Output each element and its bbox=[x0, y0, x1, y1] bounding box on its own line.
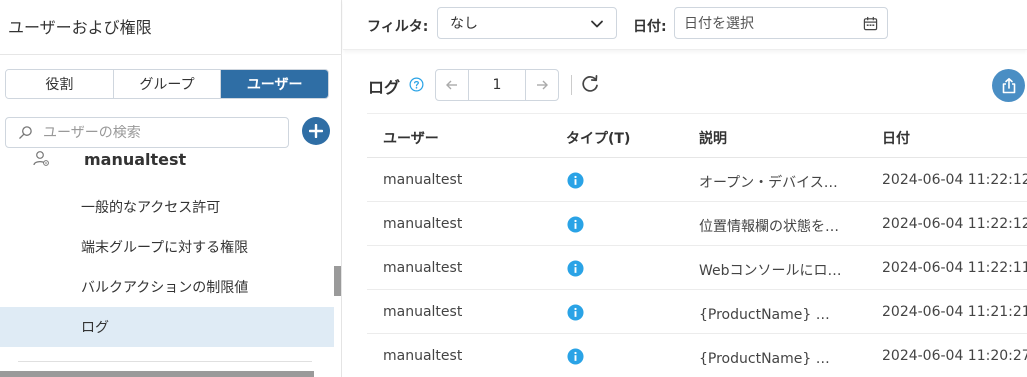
log-title: ログ bbox=[368, 78, 401, 97]
arrow-left-icon bbox=[446, 80, 457, 90]
date-label: 日付: bbox=[633, 19, 667, 35]
divider bbox=[18, 361, 312, 362]
cell-user: manualtest bbox=[383, 172, 463, 188]
cell-description: 位置情報欄の状態を… bbox=[699, 219, 839, 235]
divider bbox=[0, 54, 342, 55]
search-input[interactable] bbox=[43, 124, 273, 141]
calendar-icon bbox=[863, 16, 878, 31]
cell-date: 2024-06-04 11:22:12 bbox=[882, 172, 1027, 188]
menu-item-logs[interactable]: ログ bbox=[0, 307, 334, 347]
user-item[interactable]: manualtest bbox=[0, 148, 334, 174]
info-icon bbox=[567, 172, 584, 189]
cell-user: manualtest bbox=[383, 260, 463, 276]
tab-group: 役割 グループ ユーザー bbox=[5, 69, 329, 99]
user-icon bbox=[33, 151, 49, 166]
cell-date: 2024-06-04 11:21:21 bbox=[882, 304, 1027, 320]
tab-roles[interactable]: 役割 bbox=[6, 70, 114, 98]
menu-item-bulk-action-limits[interactable]: バルクアクションの制限値 bbox=[0, 267, 334, 307]
prev-page-button[interactable] bbox=[436, 70, 468, 100]
search-box bbox=[5, 117, 289, 148]
panel-title: ユーザーおよび権限 bbox=[8, 18, 152, 37]
next-page-button[interactable] bbox=[526, 70, 558, 100]
help-icon[interactable] bbox=[409, 77, 424, 92]
plus-icon bbox=[309, 124, 323, 138]
cell-user: manualtest bbox=[383, 304, 463, 320]
cell-date: 2024-06-04 11:22:11 bbox=[882, 260, 1027, 276]
column-header-type[interactable]: タイプ(T) bbox=[566, 128, 630, 148]
info-icon bbox=[567, 348, 584, 365]
menu-item-general-permissions[interactable]: 一般的なアクセス許可 bbox=[0, 187, 334, 227]
cell-description: Webコンソールにロ… bbox=[699, 263, 842, 279]
table-body: manualtest オープン・デバイス… 2024-06-04 11:22:12 m… bbox=[367, 158, 1027, 377]
refresh-icon[interactable] bbox=[580, 74, 600, 94]
menu-item-device-group-permissions[interactable]: 端末グループに対する権限 bbox=[0, 227, 334, 267]
horizontal-scrollbar[interactable] bbox=[0, 371, 314, 377]
left-panel: ユーザーおよび権限 役割 グループ ユーザー ユーザーの検索 manualtes… bbox=[0, 0, 342, 377]
arrow-right-icon bbox=[537, 80, 548, 90]
cell-user: manualtest bbox=[383, 348, 463, 364]
table-row[interactable]: manualtest 位置情報欄の状態を… 2024-06-04 11:22:12 bbox=[367, 202, 1027, 246]
pagination: 1 bbox=[435, 69, 559, 101]
info-icon bbox=[567, 304, 584, 321]
column-header-user[interactable]: ユーザー bbox=[383, 128, 439, 148]
filter-select[interactable]: なし bbox=[437, 7, 617, 39]
app-window: ユーザーおよび権限 役割 グループ ユーザー ユーザーの検索 manualtes… bbox=[0, 0, 1027, 377]
cell-description: オープン・デバイス… bbox=[699, 175, 838, 191]
cell-description: {ProductName} へ… bbox=[699, 307, 843, 323]
log-table: ユーザー タイプ(T) 説明 日付 manualtest オープン・デバイス… 20… bbox=[367, 113, 1027, 377]
table-row[interactable]: manualtest {ProductName} へ… 2024-06-04 11:… bbox=[367, 290, 1027, 334]
info-icon bbox=[567, 216, 584, 233]
filter-value: なし bbox=[450, 16, 478, 32]
vertical-scrollbar[interactable] bbox=[334, 266, 341, 296]
tab-users[interactable]: ユーザー bbox=[221, 70, 328, 98]
column-header-date[interactable]: 日付 bbox=[882, 128, 910, 148]
page-number[interactable]: 1 bbox=[468, 70, 526, 100]
user-name: manualtest bbox=[84, 150, 187, 169]
chevron-down-icon bbox=[591, 20, 603, 28]
cell-date: 2024-06-04 11:20:27 bbox=[882, 348, 1027, 364]
search-icon bbox=[19, 126, 32, 139]
column-header-description[interactable]: 説明 bbox=[699, 128, 727, 148]
table-header: ユーザー タイプ(T) 説明 日付 bbox=[367, 113, 1027, 158]
date-picker[interactable]: 日付を選択 bbox=[674, 7, 888, 39]
divider bbox=[571, 75, 572, 95]
add-user-button[interactable] bbox=[302, 117, 330, 145]
export-button[interactable] bbox=[992, 69, 1025, 102]
table-row[interactable]: manualtest オープン・デバイス… 2024-06-04 11:22:12 bbox=[367, 158, 1027, 202]
table-row[interactable]: manualtest {ProductName} へ… 2024-06-04 11:… bbox=[367, 334, 1027, 377]
date-placeholder: 日付を選択 bbox=[684, 16, 754, 32]
tab-groups[interactable]: グループ bbox=[113, 70, 222, 98]
table-row[interactable]: manualtest Webコンソールにロ… 2024-06-04 11:22:11 bbox=[367, 246, 1027, 290]
filter-bar: フィルタ: なし 日付: 日付を選択 bbox=[343, 0, 1027, 50]
export-icon bbox=[1002, 77, 1015, 93]
info-icon bbox=[567, 260, 584, 277]
cell-user: manualtest bbox=[383, 216, 463, 232]
cell-date: 2024-06-04 11:22:12 bbox=[882, 216, 1027, 232]
filter-label: フィルタ: bbox=[367, 19, 429, 35]
right-panel: フィルタ: なし 日付: 日付を選択 ログ 1 ユーザー タイプ(T) 説明 日… bbox=[343, 0, 1027, 377]
cell-description: {ProductName} へ… bbox=[699, 351, 843, 367]
